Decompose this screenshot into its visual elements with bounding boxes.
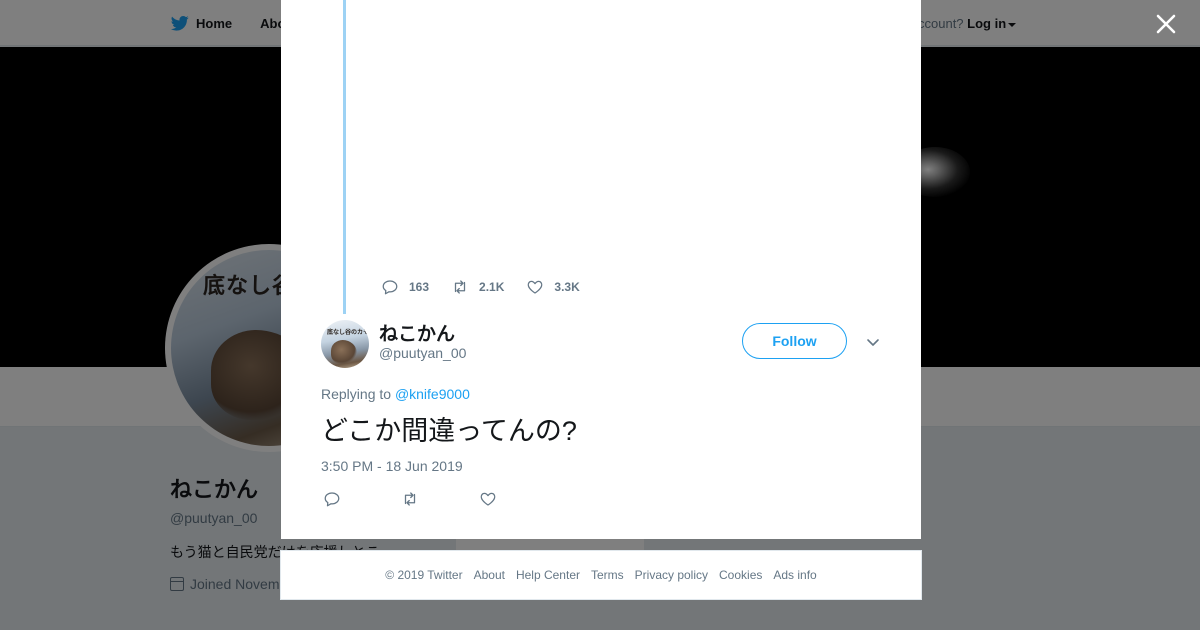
footer-link-help-center[interactable]: Help Center: [516, 568, 580, 582]
footer-link-ads-info[interactable]: Ads info: [773, 568, 816, 582]
reply-icon: [324, 492, 340, 507]
like-icon: [528, 280, 543, 294]
goat-illustration: [331, 340, 357, 364]
replying-prefix: Replying to: [321, 386, 395, 402]
footer-link-terms[interactable]: Terms: [591, 568, 624, 582]
avatar-cover-text: 底なし谷のカモシカ: [327, 330, 369, 336]
modal-footer: © 2019 Twitter About Help Center Terms P…: [280, 550, 922, 600]
tweet-actions: [323, 490, 497, 508]
tweet-permalink-modal: 163 2.1K 3.3K 底なし谷のカモシカ ねこかん @puutyan_00…: [281, 0, 921, 539]
footer-copyright: © 2019 Twitter: [385, 568, 463, 582]
reply-count: 163: [409, 280, 430, 294]
tweet-author-handle[interactable]: @puutyan_00: [379, 345, 466, 361]
reply-icon: [382, 280, 398, 295]
retweet-count: 2.1K: [479, 280, 505, 294]
retweet-icon: [454, 280, 466, 294]
replying-to-line: Replying to @knife9000: [321, 386, 470, 402]
tweet-text: どこか間違ってんの?: [321, 416, 577, 446]
conversation-thread-line: [343, 0, 346, 314]
like-action[interactable]: [479, 490, 497, 508]
like-action[interactable]: 3.3K: [526, 278, 580, 296]
retweet-icon: [404, 492, 416, 506]
reply-action[interactable]: 163: [381, 278, 429, 296]
retweet-action[interactable]: 2.1K: [451, 278, 504, 296]
follow-button[interactable]: Follow: [742, 323, 847, 359]
like-icon: [480, 492, 496, 506]
replying-to-link[interactable]: @knife9000: [395, 386, 470, 402]
previous-tweet-actions: 163 2.1K 3.3K: [381, 278, 580, 296]
reply-action[interactable]: [323, 490, 341, 508]
tweet-author-avatar[interactable]: 底なし谷のカモシカ: [321, 320, 369, 368]
close-icon[interactable]: [1152, 10, 1180, 38]
like-count: 3.3K: [554, 280, 580, 294]
footer-link-privacy-policy[interactable]: Privacy policy: [635, 568, 708, 582]
footer-link-cookies[interactable]: Cookies: [719, 568, 762, 582]
tweet-timestamp[interactable]: 3:50 PM - 18 Jun 2019: [321, 458, 463, 474]
footer-link-about[interactable]: About: [474, 568, 505, 582]
tweet-author-name[interactable]: ねこかん: [379, 319, 455, 346]
retweet-action[interactable]: [401, 490, 419, 508]
chevron-down-icon[interactable]: [865, 334, 881, 350]
